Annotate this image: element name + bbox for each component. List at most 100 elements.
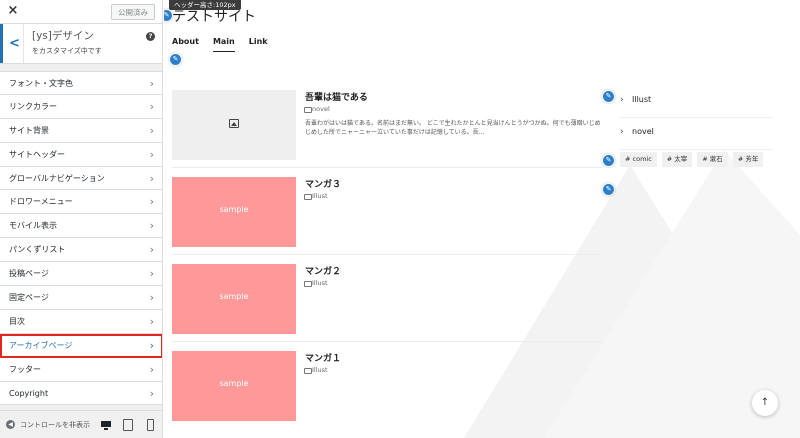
chevron-right-icon: › <box>149 386 154 400</box>
post-title[interactable]: マンガ３ <box>305 177 341 190</box>
section-title: [ys]デザイン <box>32 30 94 42</box>
sidebar-item[interactable]: グローバルナビゲーション › <box>0 166 162 191</box>
customizer-footer: ◀ コントロールを非表示 <box>0 410 162 438</box>
sidebar-item-label: 固定ページ <box>9 293 49 303</box>
chevron-right-icon: › <box>149 77 154 90</box>
customizer-sidebar: × 公開済み < [ys]デザイン をカスタマイズ中です ? フォント・文字色 ›… <box>0 0 163 438</box>
mobile-icon[interactable] <box>145 419 157 431</box>
publish-button[interactable]: 公開済み <box>111 4 155 20</box>
chevron-right-icon: › <box>149 338 154 352</box>
sidebar-item-label: リンクカラー <box>9 101 57 111</box>
tag-link[interactable]: # 漱石 <box>697 152 728 167</box>
sidebar-item[interactable]: Copyright › <box>0 381 162 406</box>
sidebar-item[interactable]: 固定ページ › <box>0 286 162 310</box>
tag-link[interactable]: # 芳年 <box>732 152 764 167</box>
sidebar-item[interactable]: アーカイブページ › <box>0 333 162 358</box>
chevron-right-icon: › <box>620 95 624 105</box>
customizer-menu: フォント・文字色 › リンクカラー › サイト背景 › サイトヘッダー › グローバルナビゲーシ… <box>0 71 162 406</box>
back-button[interactable]: < <box>0 24 24 63</box>
edit-widget-icon[interactable]: ✎ <box>602 183 615 196</box>
post-category[interactable]: Illust <box>304 192 328 200</box>
category-link[interactable]: › Illust <box>620 92 772 118</box>
tag-link[interactable]: # comic <box>620 152 657 167</box>
sidebar-item-label: グローバルナビゲーション <box>9 173 105 183</box>
header-height-tooltip: ヘッダー高さ:102px <box>169 0 241 10</box>
post-thumbnail: sample <box>172 351 296 421</box>
section-subtitle: をカスタマイズ中です <box>32 47 102 55</box>
collapse-arrow-icon[interactable]: ◀ <box>6 420 15 429</box>
thumbnail-label: sample <box>219 205 249 214</box>
tablet-icon[interactable] <box>122 419 134 431</box>
chevron-left-icon: < <box>9 36 20 51</box>
sidebar-item-label: サイト背景 <box>9 125 49 135</box>
help-icon[interactable]: ? <box>146 32 155 41</box>
category-label: Illust <box>632 95 652 104</box>
section-header: < [ys]デザイン をカスタマイズ中です ? <box>0 24 162 64</box>
nav-item[interactable]: Main <box>212 37 235 52</box>
edit-tags-icon[interactable]: ✎ <box>602 154 615 167</box>
edit-nav-icon[interactable]: ✎ <box>169 53 182 66</box>
sidebar-item-label: フッター <box>9 364 41 374</box>
tag-cloud-widget: # comic # 太宰 # 漱石 # 芳年 <box>620 152 764 167</box>
sidebar-item[interactable]: フッター › <box>0 357 162 382</box>
tag-link[interactable]: # 太宰 <box>661 152 693 167</box>
sidebar-item[interactable]: 目次 › <box>0 309 162 334</box>
sidebar-item[interactable]: パンくずリスト › <box>0 238 162 263</box>
sidebar-item-label: 投稿ページ <box>9 269 49 279</box>
sidebar-item[interactable]: モバイル表示 › <box>0 214 162 239</box>
category-widget: › Illust › novel <box>620 92 772 156</box>
post-divider <box>172 341 602 342</box>
sidebar-item-label: モバイル表示 <box>9 221 57 231</box>
post-title[interactable]: 吾輩は猫である <box>305 90 368 103</box>
post-thumbnail: sample <box>172 264 296 334</box>
category-label: novel <box>632 127 654 136</box>
chevron-right-icon: › <box>149 243 154 257</box>
sidebar-item[interactable]: フォント・文字色 › <box>0 71 162 95</box>
chevron-right-icon: › <box>149 171 154 185</box>
post-card[interactable]: sample マンガ２ Illust <box>172 264 602 336</box>
desktop-icon[interactable] <box>100 419 112 431</box>
post-divider <box>172 254 602 255</box>
close-icon[interactable]: × <box>5 3 21 19</box>
post-divider <box>172 167 602 168</box>
nav-item[interactable]: About <box>172 37 199 52</box>
post-card[interactable]: 吾輩は猫である novel 吾輩わがはいは猫である。名前はまだ無い。 どこで生れたか… <box>172 90 602 162</box>
sidebar-item-label: パンくずリスト <box>9 245 66 255</box>
back-to-top-button[interactable]: ↑ <box>752 390 778 416</box>
global-nav: About Main Link <box>172 37 268 52</box>
sidebar-item-label: 目次 <box>9 316 25 326</box>
chevron-right-icon: › <box>149 195 154 209</box>
post-category[interactable]: Illust <box>304 279 328 287</box>
chevron-right-icon: › <box>149 267 154 281</box>
post-title[interactable]: マンガ１ <box>305 351 341 364</box>
post-thumbnail: sample <box>172 177 296 247</box>
post-thumbnail <box>172 90 296 160</box>
post-card[interactable]: sample マンガ３ Illust <box>172 177 602 249</box>
post-excerpt: 吾輩わがはいは猫である。名前はまだ無い。 どこで生れたかとんと見当けんとうがつか… <box>305 120 601 136</box>
edit-categories-icon[interactable]: ✎ <box>602 90 615 103</box>
chevron-right-icon: › <box>149 147 154 161</box>
sidebar-item[interactable]: サイト背景 › <box>0 118 162 143</box>
sidebar-item[interactable]: リンクカラー › <box>0 94 162 119</box>
chevron-right-icon: › <box>149 314 154 328</box>
image-placeholder-icon <box>229 119 239 128</box>
nav-item[interactable]: Link <box>249 37 268 52</box>
site-preview: ヘッダー高さ:102px ✎ テストサイト About Main Link ✎ 吾輩… <box>164 0 800 438</box>
thumbnail-label: sample <box>219 292 249 301</box>
hide-controls-label[interactable]: コントロールを非表示 <box>20 420 92 430</box>
post-category[interactable]: novel <box>304 105 330 113</box>
post-card[interactable]: sample マンガ１ Illust <box>172 351 602 423</box>
sidebar-item-label: Copyright <box>9 388 49 398</box>
customizer-topbar: × 公開済み <box>0 0 162 24</box>
chevron-right-icon: › <box>149 219 154 233</box>
sidebar-item-label: アーカイブページ <box>9 340 73 350</box>
category-link[interactable]: › novel <box>620 124 772 150</box>
sidebar-item[interactable]: 投稿ページ › <box>0 262 162 287</box>
post-category[interactable]: Illust <box>304 366 328 374</box>
chevron-right-icon: › <box>149 123 154 137</box>
sidebar-item[interactable]: ドロワーメニュー › <box>0 190 162 215</box>
chevron-right-icon: › <box>149 99 154 113</box>
sidebar-item-label: ドロワーメニュー <box>9 197 73 207</box>
post-title[interactable]: マンガ２ <box>305 264 341 277</box>
sidebar-item[interactable]: サイトヘッダー › <box>0 142 162 167</box>
